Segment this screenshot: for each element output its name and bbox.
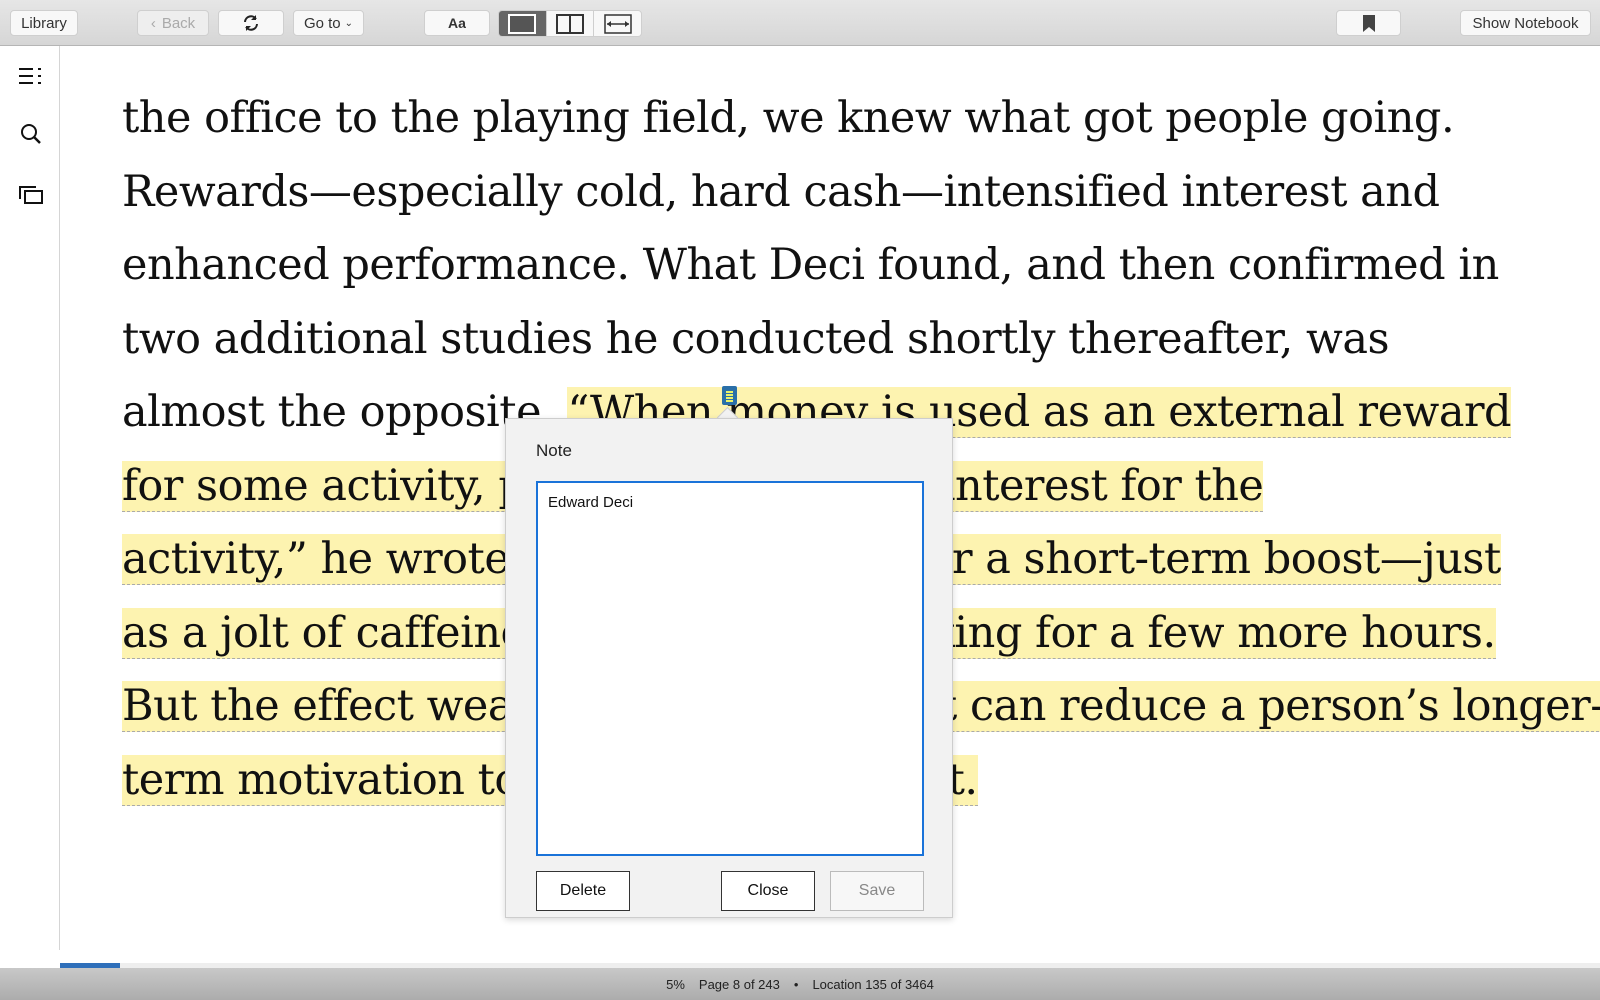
goto-label: Go to	[303, 14, 341, 32]
status-bar: 5% Page 8 of 243 • Location 135 of 3464	[0, 968, 1600, 1000]
plain-text: the office to the playing field, we knew…	[122, 93, 1455, 143]
font-settings-button[interactable]: Aa	[424, 10, 490, 36]
show-notebook-button[interactable]: Show Notebook	[1460, 10, 1591, 36]
view-mode-toggle	[498, 10, 642, 37]
flashcards-icon[interactable]	[18, 182, 44, 208]
toolbar: Library ‹ Back Go to ⌄ Aa Show Notebook	[0, 0, 1600, 46]
single-column-view-button[interactable]	[499, 11, 546, 36]
text-line: the office to the playing field, we knew…	[122, 88, 1455, 163]
fit-width-icon	[603, 13, 632, 34]
plain-text: Rewards—especially cold, hard cash—inten…	[122, 166, 1440, 217]
page-indicator: Page 8 of 243	[698, 976, 780, 992]
library-button[interactable]: Library	[10, 10, 78, 36]
percent-read: 5%	[666, 976, 685, 992]
back-button[interactable]: ‹ Back	[137, 10, 209, 36]
delete-button[interactable]: Delete	[536, 871, 630, 911]
text-line: Rewards—especially cold, hard cash—inten…	[122, 162, 1440, 237]
save-button[interactable]: Save	[830, 871, 924, 911]
chevron-left-icon: ‹	[150, 14, 156, 32]
location-indicator: Location 135 of 3464	[812, 976, 934, 992]
sidebar	[0, 46, 60, 950]
bookmark-button[interactable]	[1336, 10, 1401, 36]
two-column-view-button[interactable]	[545, 11, 594, 36]
note-textarea[interactable]	[536, 481, 924, 856]
single-column-icon	[508, 13, 537, 34]
chevron-down-icon: ⌄	[344, 17, 354, 29]
sync-icon	[244, 15, 258, 31]
fit-width-view-button[interactable]	[593, 11, 641, 36]
goto-button[interactable]: Go to ⌄	[293, 10, 364, 36]
text-line: two additional studies he conducted shor…	[122, 309, 1390, 384]
bookmark-icon	[1362, 14, 1375, 32]
close-button[interactable]: Close	[721, 871, 815, 911]
text-line: enhanced performance. What Deci found, a…	[122, 235, 1499, 310]
back-label: Back	[161, 14, 196, 32]
plain-text: almost the opposite.	[122, 387, 568, 437]
separator-dot: •	[793, 976, 799, 992]
plain-text: enhanced performance. What Deci found, a…	[122, 240, 1499, 290]
table-of-contents-icon[interactable]	[18, 63, 44, 89]
sync-button[interactable]	[218, 10, 284, 36]
two-column-icon	[556, 13, 584, 34]
note-title: Note	[536, 441, 572, 460]
search-icon[interactable]	[18, 121, 44, 147]
plain-text: two additional studies he conducted shor…	[122, 313, 1390, 364]
note-popup: Note Delete Close Save	[505, 418, 953, 918]
note-marker-icon[interactable]	[722, 386, 737, 405]
